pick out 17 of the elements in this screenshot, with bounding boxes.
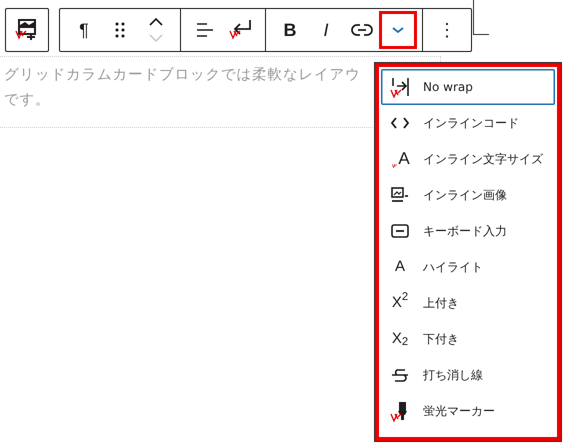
chevron-down-icon [391,25,405,35]
bold-button[interactable]: B [272,12,308,48]
menu-item[interactable]: No wrap [381,69,555,105]
format-glyph: X$^{2}$ [390,292,410,313]
format-glyph: X$_{2}$ [390,328,410,350]
no-wrap-icon [389,76,411,98]
align-left-icon [195,21,215,39]
format-glyph: A [394,256,406,277]
more-options-dropdown[interactable] [380,12,416,48]
drag-handle-icon [114,21,126,39]
link-icon [351,23,373,37]
italic-button[interactable]: I [308,12,344,48]
toolbar-button[interactable]: ¶ [66,12,102,48]
placeholder-text: です。 [4,91,50,110]
placeholder-text: グリッドカラムカードブロックでは柔軟なレイアウ [4,66,360,85]
frame-border [473,0,489,35]
toolbar-button[interactable]: ⋮ [429,12,465,48]
